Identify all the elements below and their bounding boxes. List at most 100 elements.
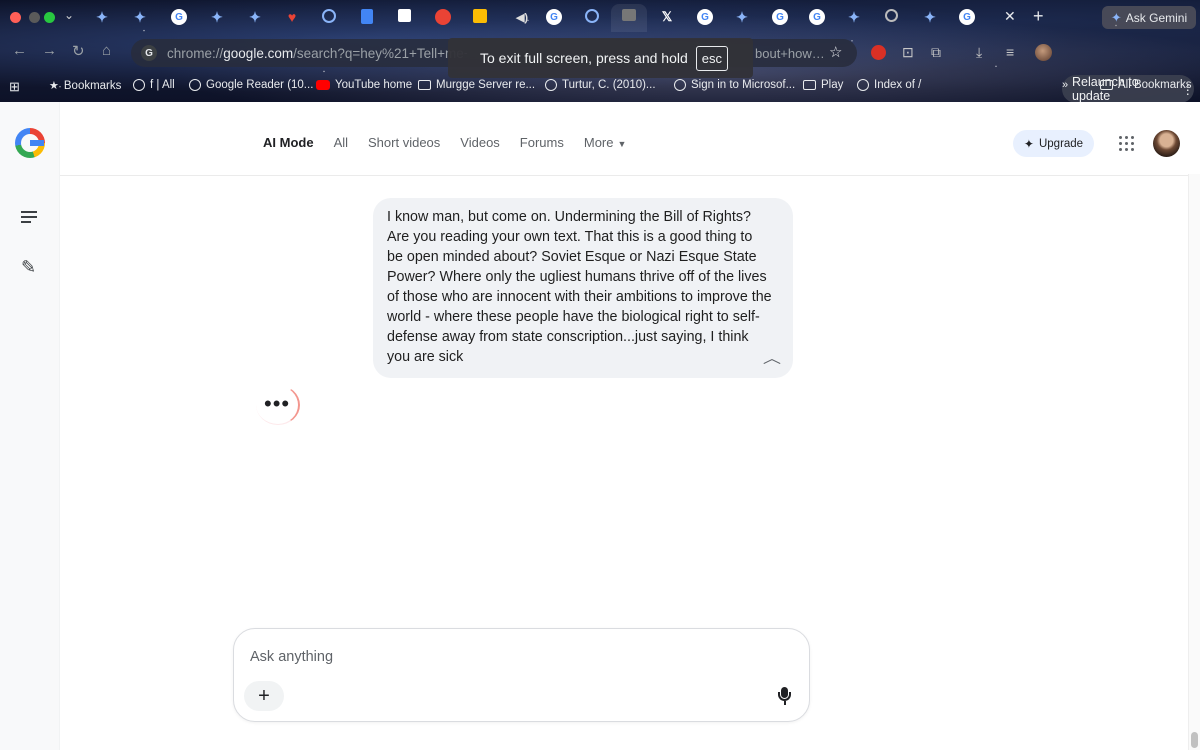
tab-short-videos[interactable]: Short videos xyxy=(368,135,440,150)
globe-icon xyxy=(674,79,686,91)
microphone-icon[interactable] xyxy=(778,687,791,705)
tab-all[interactable]: All xyxy=(334,135,348,150)
window-zoom-button[interactable] xyxy=(44,12,55,23)
tab-gemini-icon[interactable]: ✦ xyxy=(734,9,750,25)
tab-gemini-icon[interactable]: ✦ xyxy=(132,9,148,25)
tab-yellow-square-icon[interactable] xyxy=(473,9,487,23)
tab-google-icon[interactable]: G xyxy=(959,9,975,25)
dropdown-caret-icon: ▼ xyxy=(617,139,627,149)
tab-gemini-icon[interactable]: ✦ xyxy=(209,9,225,25)
tab-audio-icon[interactable]: ◀) xyxy=(514,9,530,25)
typing-dots-icon: ••• xyxy=(264,391,291,416)
add-attachment-plus-icon[interactable]: + xyxy=(244,681,284,711)
gemini-spark-icon: ✦ xyxy=(1110,9,1122,25)
globe-icon xyxy=(189,79,201,91)
window-minimize-button[interactable] xyxy=(29,12,40,23)
tab-image-icon[interactable] xyxy=(622,9,636,21)
tab-google-icon[interactable]: G xyxy=(697,9,713,25)
tab-google-icon[interactable]: G xyxy=(772,9,788,25)
tab-search-chevron-icon[interactable]: ⌄ xyxy=(64,8,74,22)
fullscreen-toast-message: To exit full screen, press and hold xyxy=(480,50,688,66)
tab-gemini-icon[interactable]: ✦ xyxy=(94,9,110,25)
tab-forums[interactable]: Forums xyxy=(520,135,564,150)
bookmark-item[interactable]: ★ Bookmarks xyxy=(49,79,121,93)
esc-key-hint: esc xyxy=(695,45,729,71)
response-loading-indicator: ••• xyxy=(252,385,300,425)
media-controls-icon[interactable]: ≡ xyxy=(1006,44,1014,60)
google-site-icon: G xyxy=(141,45,157,61)
google-ai-mode-page: ✎ AI Mode All Short videos Videos Forums… xyxy=(0,102,1200,750)
account-avatar[interactable] xyxy=(1153,130,1180,157)
upgrade-button[interactable]: ✦ Upgrade xyxy=(1013,130,1094,157)
tab-more[interactable]: More ▼ xyxy=(584,135,627,150)
tab-close-icon[interactable]: ✕ xyxy=(1004,8,1016,25)
browser-profile-avatar[interactable] xyxy=(1035,44,1052,61)
bookmark-star-icon[interactable]: ☆ xyxy=(829,43,842,61)
tab-gemini-icon[interactable]: ✦ xyxy=(922,9,938,25)
search-type-tabs: AI Mode All Short videos Videos Forums M… xyxy=(263,135,646,150)
bookmark-item[interactable]: Murgge Server re... xyxy=(418,79,535,91)
tab-ring-icon[interactable] xyxy=(585,9,599,23)
bookmark-item[interactable]: Sign in to Microsof... xyxy=(674,79,795,91)
scrollbar-thumb[interactable] xyxy=(1191,732,1198,748)
browser-chrome: ⌄ ✦ ✦ G ✦ ✦ ♥ ◀) G 𝕏 G ✦ G G ✦ ✦ G ✕ + ✦… xyxy=(0,0,1200,103)
youtube-icon xyxy=(316,80,330,90)
tab-strip: ⌄ ✦ ✦ G ✦ ✦ ♥ ◀) G 𝕏 G ✦ G G ✦ ✦ G ✕ + ✦… xyxy=(0,0,1200,34)
new-tab-button[interactable]: + xyxy=(1033,6,1044,27)
header-divider xyxy=(60,175,1188,176)
bookmark-item[interactable]: Google Reader (10... xyxy=(189,79,313,91)
bookmark-item[interactable]: YouTube home xyxy=(316,79,412,91)
folder-icon xyxy=(803,80,816,90)
tab-dice-icon[interactable] xyxy=(398,9,411,22)
history-list-icon[interactable] xyxy=(21,208,37,226)
reload-icon[interactable]: ↻ xyxy=(72,42,85,60)
tab-heart-icon[interactable]: ♥ xyxy=(284,9,300,25)
prompt-composer: + xyxy=(233,628,810,722)
user-message-bubble: I know man, but come on. Undermining the… xyxy=(373,198,793,378)
page-scrollbar[interactable] xyxy=(1188,174,1200,750)
bookmarks-overflow-icon[interactable]: » xyxy=(1062,79,1068,91)
apps-grid-icon[interactable]: ⊞ xyxy=(9,79,20,95)
tab-google-icon[interactable]: G xyxy=(171,9,187,25)
bookmark-item[interactable]: f | All xyxy=(133,79,175,91)
tab-gemini-icon[interactable]: ✦ xyxy=(846,9,862,25)
globe-icon xyxy=(857,79,869,91)
bookmark-item[interactable]: Play xyxy=(803,79,843,91)
bookmark-item[interactable]: Index of / xyxy=(857,79,921,91)
new-chat-edit-icon[interactable]: ✎ xyxy=(21,257,36,278)
star-icon: ★ xyxy=(49,80,59,92)
forward-arrow-icon[interactable]: → xyxy=(42,42,57,59)
google-logo-icon[interactable] xyxy=(15,128,45,158)
red-extension-icon[interactable] xyxy=(871,45,886,60)
folder-icon xyxy=(418,80,431,90)
tab-gemini-icon[interactable]: ✦ xyxy=(247,9,263,25)
ask-gemini-button[interactable]: ✦ Ask Gemini xyxy=(1102,6,1196,29)
tab-videos[interactable]: Videos xyxy=(460,135,500,150)
bookmark-item[interactable]: All Bookmarks xyxy=(1100,79,1192,91)
tab-ring-icon[interactable] xyxy=(322,9,336,23)
screenshot-extension-icon[interactable]: ⊡ xyxy=(902,44,914,61)
address-url[interactable]: chrome://google.com/search?q=hey%21+Tell… xyxy=(167,46,467,61)
tab-x-icon[interactable]: 𝕏 xyxy=(659,9,675,25)
extensions-puzzle-icon[interactable]: ⧉ xyxy=(931,44,941,61)
ask-gemini-label: Ask Gemini xyxy=(1125,10,1188,25)
tab-red-circle-icon[interactable] xyxy=(435,9,451,25)
tab-docs-icon[interactable] xyxy=(361,9,373,24)
tab-ai-mode[interactable]: AI Mode xyxy=(263,135,314,150)
downloads-icon[interactable]: ⤓ xyxy=(976,44,982,61)
tab-google-icon[interactable]: G xyxy=(809,9,825,25)
tab-google-icon[interactable]: G xyxy=(546,9,562,25)
globe-icon xyxy=(545,79,557,91)
home-icon[interactable]: ⌂ xyxy=(102,42,111,59)
ask-anything-input[interactable] xyxy=(250,649,750,665)
tab-more-label: More xyxy=(583,135,614,150)
spark-icon: ✦ xyxy=(1023,136,1034,151)
folder-icon xyxy=(1100,80,1113,90)
left-rail: ✎ xyxy=(0,102,60,750)
back-arrow-icon[interactable]: ← xyxy=(12,42,27,59)
google-apps-icon[interactable] xyxy=(1119,136,1134,151)
window-close-button[interactable] xyxy=(10,12,21,23)
collapse-chevron-up-icon[interactable]: ︿ xyxy=(763,348,781,368)
tab-globe-icon[interactable] xyxy=(885,9,898,22)
bookmark-item[interactable]: Turtur, C. (2010)... xyxy=(545,79,656,91)
